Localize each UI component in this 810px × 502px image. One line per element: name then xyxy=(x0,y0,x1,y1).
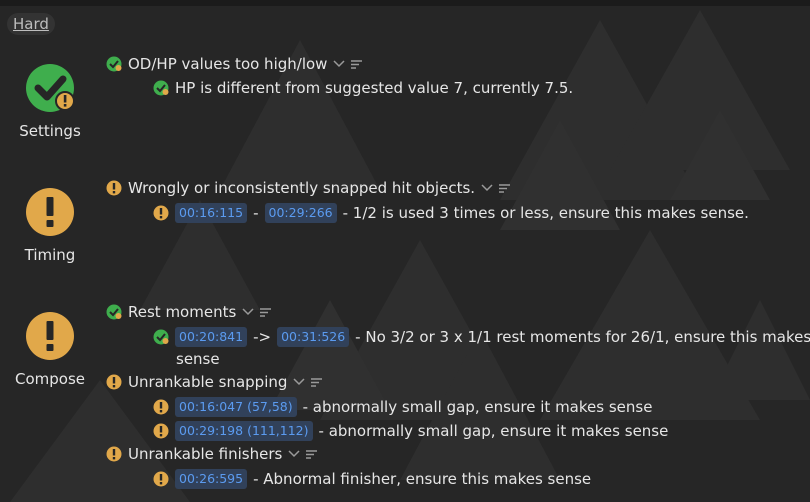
warning-icon xyxy=(153,471,169,487)
warning-icon xyxy=(106,180,122,196)
difficulty-tab[interactable]: Hard xyxy=(7,13,55,35)
check-title: Unrankable finishers xyxy=(128,445,283,463)
check-detail: 00:16:115 - 00:29:266 - 1/2 is used 3 ti… xyxy=(153,203,749,223)
detail-text: - 1/2 is used 3 times or less, ensure th… xyxy=(342,204,749,222)
details-icon[interactable] xyxy=(306,449,318,459)
check-warning-icon xyxy=(153,329,169,345)
check-detail: 00:20:841 -> 00:31:526 - No 3/2 or 3 x 1… xyxy=(153,327,810,347)
chevron-down-icon[interactable] xyxy=(333,60,345,68)
check-detail: HP is different from suggested value 7, … xyxy=(153,79,573,97)
check-warning-icon xyxy=(25,63,75,113)
expand-controls[interactable] xyxy=(481,183,511,193)
chevron-down-icon[interactable] xyxy=(293,378,305,386)
check-unrankable-snapping[interactable]: Unrankable snapping xyxy=(106,373,323,391)
details-icon[interactable] xyxy=(351,59,363,69)
detail-text: - abnormally small gap, ensure it makes … xyxy=(318,422,669,440)
check-title: Rest moments xyxy=(128,303,237,321)
warning-icon xyxy=(25,187,75,237)
category-timing: Timing xyxy=(4,187,96,264)
detail-text: HP is different from suggested value 7, … xyxy=(175,79,574,97)
timestamp-link[interactable]: 00:26:595 xyxy=(175,469,248,489)
check-rest-moments[interactable]: Rest moments xyxy=(106,303,272,321)
detail-text: - Abnormal finisher, ensure this makes s… xyxy=(253,470,592,488)
timestamp-link[interactable]: 00:31:526 xyxy=(277,327,350,347)
check-warning-icon xyxy=(106,56,122,72)
warning-icon xyxy=(25,311,75,361)
top-border xyxy=(0,0,810,6)
chevron-down-icon[interactable] xyxy=(481,184,493,192)
category-compose: Compose xyxy=(4,311,96,388)
category-settings: Settings xyxy=(4,63,96,140)
check-detail: 00:26:595 - Abnormal finisher, ensure th… xyxy=(153,469,591,489)
check-detail: 00:29:198 (111,112) - abnormally small g… xyxy=(153,421,668,441)
check-title: OD/HP values too high/low xyxy=(128,55,328,73)
category-label: Timing xyxy=(24,246,76,264)
timestamp-link[interactable]: 00:29:198 (111,112) xyxy=(175,421,313,441)
warning-icon xyxy=(106,446,122,462)
detail-text: - No 3/2 or 3 x 1/1 rest moments for 26/… xyxy=(355,328,810,346)
check-detail: 00:16:047 (57,58) - abnormally small gap… xyxy=(153,397,652,417)
timestamp-link[interactable]: 00:20:841 xyxy=(175,327,248,347)
details-icon[interactable] xyxy=(260,307,272,317)
expand-controls[interactable] xyxy=(288,449,318,459)
check-warning-icon xyxy=(153,80,169,96)
timestamp-link[interactable]: 00:16:115 xyxy=(175,203,248,223)
expand-controls[interactable] xyxy=(333,59,363,69)
detail-text: - abnormally small gap, ensure it makes … xyxy=(302,398,653,416)
check-title: Unrankable snapping xyxy=(128,373,288,391)
category-label: Settings xyxy=(19,122,81,140)
details-icon[interactable] xyxy=(311,377,323,387)
warning-icon xyxy=(153,205,169,221)
check-warning-icon xyxy=(106,304,122,320)
expand-controls[interactable] xyxy=(242,307,272,317)
range-separator: - xyxy=(253,204,259,222)
details-icon[interactable] xyxy=(499,183,511,193)
timestamp-link[interactable]: 00:16:047 (57,58) xyxy=(175,397,297,417)
detail-text-wrap: sense xyxy=(176,350,220,368)
expand-controls[interactable] xyxy=(293,377,323,387)
chevron-down-icon[interactable] xyxy=(242,308,254,316)
timestamp-link[interactable]: 00:29:266 xyxy=(264,203,337,223)
category-label: Compose xyxy=(14,370,85,388)
check-odhp[interactable]: OD/HP values too high/low xyxy=(106,55,363,73)
check-title: Wrongly or inconsistently snapped hit ob… xyxy=(128,179,476,197)
chevron-down-icon[interactable] xyxy=(288,450,300,458)
warning-icon xyxy=(153,399,169,415)
warning-icon xyxy=(153,423,169,439)
range-separator: -> xyxy=(253,328,272,346)
check-unrankable-finishers[interactable]: Unrankable finishers xyxy=(106,445,318,463)
check-snapped[interactable]: Wrongly or inconsistently snapped hit ob… xyxy=(106,179,511,197)
warning-icon xyxy=(106,374,122,390)
